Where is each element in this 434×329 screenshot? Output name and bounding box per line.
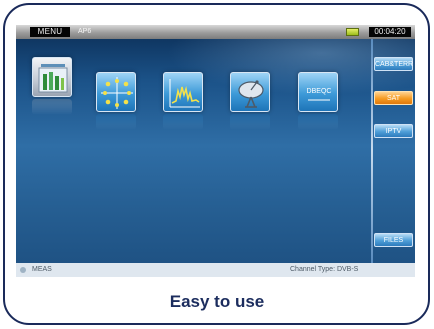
- device-screen: MENU AP6 00:04:20 DBEQC CAB&TERR SAT IPT…: [16, 25, 415, 277]
- side-button-sat[interactable]: SAT: [374, 91, 413, 105]
- menu-button[interactable]: MENU: [30, 27, 70, 37]
- menu-subtitle: AP6: [78, 28, 92, 35]
- satellite-dish-tile[interactable]: [230, 72, 270, 112]
- dbeqc-tile-reflection: [298, 114, 338, 130]
- status-mode: MEAS: [32, 266, 52, 273]
- side-button-files[interactable]: FILES: [374, 233, 413, 247]
- status-bar: MEAS Channel Type: DVB-S: [16, 263, 415, 277]
- text-icon: DBEQC: [307, 88, 332, 101]
- meter-tile[interactable]: [32, 57, 72, 97]
- spectrum-tile[interactable]: [163, 72, 203, 112]
- side-button-iptv[interactable]: IPTV: [374, 124, 413, 138]
- side-button-cab-terr[interactable]: CAB&TERR: [374, 57, 413, 71]
- meter-tile-reflection: [32, 99, 72, 115]
- dbeqc-label: DBEQC: [307, 88, 332, 95]
- dbeqc-tile[interactable]: DBEQC: [298, 72, 338, 112]
- clock-display: 00:04:20: [369, 27, 411, 37]
- status-dot-icon: [20, 267, 26, 273]
- top-bar: MENU AP6 00:04:20: [16, 25, 415, 39]
- caption: Easy to use: [169, 292, 265, 311]
- constellation-tile-reflection: [96, 114, 136, 130]
- spectrum-icon: [169, 79, 200, 108]
- constellation-icon: [101, 77, 133, 109]
- bar-meter-icon: [38, 64, 68, 93]
- constellation-tile[interactable]: [96, 72, 136, 112]
- satellite-dish-tile-reflection: [230, 114, 270, 130]
- side-divider: [371, 39, 373, 263]
- spectrum-tile-reflection: [163, 114, 203, 130]
- status-channel-type: Channel Type: DVB-S: [290, 266, 359, 273]
- battery-icon: [346, 28, 359, 36]
- satellite-dish-icon: [238, 80, 264, 108]
